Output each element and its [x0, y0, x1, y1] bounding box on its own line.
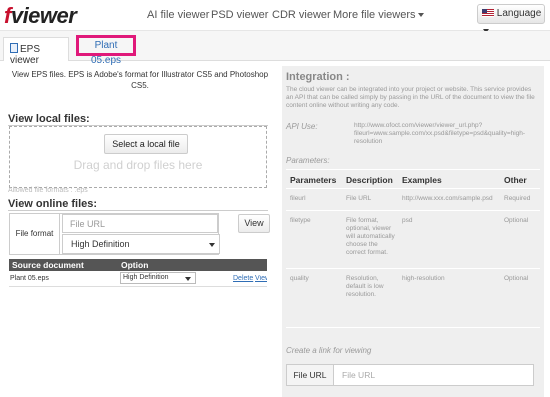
view-button[interactable]: View — [238, 214, 270, 233]
integration-title: Integration : — [286, 71, 350, 83]
column-header: Parameters — [290, 175, 337, 185]
nav-more-viewers[interactable]: More file viewers — [333, 9, 424, 21]
param-description: File URL — [346, 195, 372, 202]
column-header: Source document — [12, 260, 84, 270]
quality-select[interactable]: High Definition — [62, 234, 220, 254]
file-url-input[interactable]: File URL — [62, 214, 218, 233]
drag-drop-text: Drag and drop files here — [73, 158, 203, 172]
online-files-title: View online files: — [8, 198, 98, 210]
param-other: Optional — [504, 217, 529, 224]
param-name: fileurl — [290, 195, 306, 202]
column-header: Examples — [402, 175, 442, 185]
view-link[interactable]: View — [255, 275, 267, 282]
parameters-table-header: Parameters Description Examples Other — [286, 169, 540, 188]
row-quality-select[interactable]: High Definition — [120, 272, 196, 284]
allowed-formats: Allowed file formats : .eps — [8, 187, 88, 194]
tab-current-file[interactable]: Plant 05.eps — [76, 35, 136, 66]
table-row: quality Resolution, default is low resol… — [286, 268, 540, 328]
file-format-label: File format — [10, 214, 60, 254]
nav-cdr-viewer[interactable]: CDR viewer — [272, 9, 331, 21]
fileurl-input[interactable]: File URL — [342, 370, 375, 380]
chevron-down-icon — [417, 13, 424, 18]
integration-panel: Integration : The cloud viewer can be in… — [282, 66, 544, 397]
api-url: http://www.ofoct.com/viewer/viewer_url.p… — [354, 122, 526, 145]
left-panel: View EPS files. EPS is Adobe's format fo… — [0, 61, 276, 397]
table-row: filetype File format, optional, viewer w… — [286, 210, 540, 268]
chevron-down-icon — [209, 243, 215, 247]
tab-bar: EPS viewer Plant 05.eps — [0, 31, 550, 66]
row-quality-value: High Definition — [123, 274, 169, 281]
online-file-form: File format File URL High Definition — [9, 213, 220, 255]
intro-text: View EPS files. EPS is Adobe's format fo… — [11, 70, 269, 90]
delete-link[interactable]: Delete — [233, 275, 253, 282]
column-header: Other — [504, 175, 527, 185]
nav-psd-viewer[interactable]: PSD viewer — [211, 9, 268, 21]
logo-text: viewer — [10, 3, 77, 28]
logo[interactable]: fviewer — [4, 3, 77, 29]
quality-select-value: High Definition — [71, 239, 130, 249]
param-other: Optional — [504, 275, 529, 282]
nav-ai-viewer[interactable]: AI file viewer — [147, 9, 209, 21]
divider — [8, 210, 268, 211]
parameters-table: Parameters Description Examples Other fi… — [286, 169, 540, 328]
drop-zone[interactable]: Select a local file Drag and drop files … — [9, 126, 267, 188]
document-name: Plant 05.eps — [10, 275, 49, 282]
link-fileurl-field[interactable]: File URL File URL — [286, 364, 534, 386]
param-other: Required — [504, 195, 531, 202]
param-name: quality — [290, 275, 309, 282]
file-icon — [10, 43, 18, 53]
language-label: Language — [496, 8, 542, 19]
api-use-label: API Use: — [286, 122, 318, 131]
param-description: File format, optional, viewer will autom… — [346, 217, 395, 256]
integration-description: The cloud viewer can be integrated into … — [286, 86, 535, 109]
column-header: Option — [121, 260, 149, 270]
tab-eps-viewer[interactable]: EPS viewer — [3, 37, 69, 66]
fileurl-label: File URL — [287, 365, 334, 385]
chevron-down-icon — [185, 277, 191, 281]
top-navbar: fviewer AI file viewer PSD viewer CDR vi… — [0, 0, 550, 34]
param-example: high-resolution — [402, 275, 445, 282]
language-button[interactable]: Language — [477, 4, 545, 34]
table-row: fileurl File URL http://www.xxx.com/samp… — [286, 188, 540, 210]
local-files-title: View local files: — [8, 113, 90, 125]
create-link-label: Create a link for viewing — [286, 346, 372, 355]
nav-more-label: More file viewers — [333, 9, 416, 21]
logo-letter: f — [4, 3, 11, 28]
select-local-file-button[interactable]: Select a local file — [104, 134, 188, 154]
param-example: psd — [402, 217, 413, 224]
column-header: Description — [346, 175, 393, 185]
param-example: http://www.xxx.com/sample.psd — [402, 195, 493, 202]
table-row: Plant 05.eps High Definition Delete View — [9, 271, 267, 287]
param-name: filetype — [290, 217, 311, 224]
us-flag-icon — [482, 9, 494, 18]
documents-table-header: Source document Option — [9, 259, 267, 271]
parameters-label: Parameters: — [286, 156, 330, 165]
param-description: Resolution, default is low resolution. — [346, 275, 384, 298]
